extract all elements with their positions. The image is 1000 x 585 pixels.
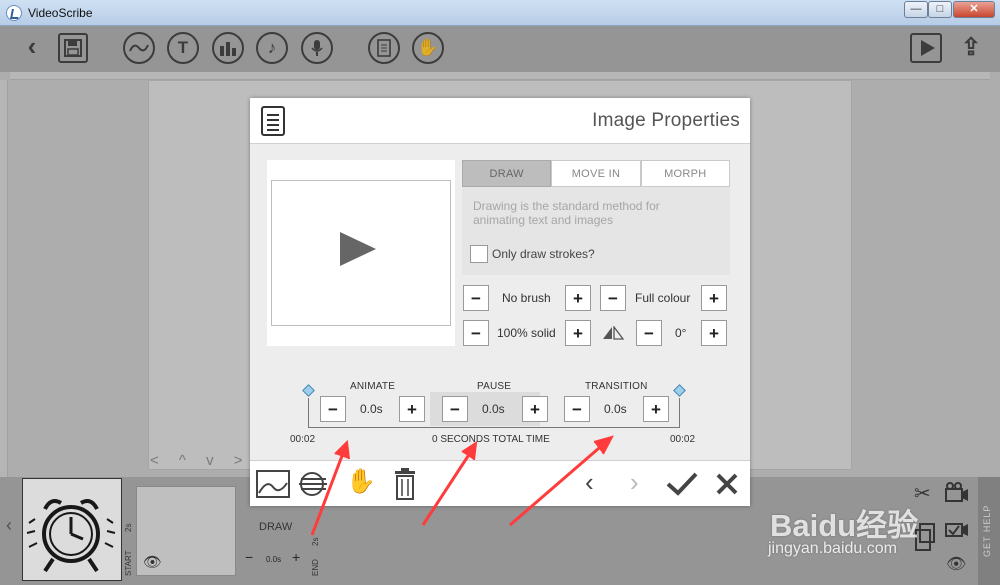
colour-value: Full colour <box>635 291 691 305</box>
baidu-watermark-logo: Baidu经验 <box>770 508 919 543</box>
tab-morph[interactable]: MORPH <box>640 160 730 187</box>
pause-minus-button[interactable]: − <box>442 396 468 422</box>
app-logo-icon <box>6 5 22 21</box>
tab-move-in[interactable]: MOVE IN <box>551 160 641 187</box>
rotation-value: 0° <box>675 326 687 340</box>
animation-tabs: DRAW MOVE IN MORPH <box>462 160 730 187</box>
animate-plus-button[interactable]: + <box>399 396 425 422</box>
brush-value: No brush <box>502 291 551 305</box>
start-marker-icon[interactable] <box>302 384 315 397</box>
opacity-minus-button[interactable]: − <box>463 320 489 346</box>
only-draw-strokes-label: Only draw strokes? <box>492 247 595 261</box>
opacity-plus-button[interactable]: + <box>565 320 591 346</box>
only-draw-strokes-checkbox[interactable] <box>470 245 488 263</box>
document-icon <box>261 106 285 136</box>
maximize-button[interactable]: □ <box>928 1 952 18</box>
title-bar: VideoScribe — □ ✕ <box>0 0 1000 26</box>
transition-value: 0.0s <box>604 402 627 416</box>
previous-icon[interactable]: ‹ <box>585 467 594 497</box>
play-icon[interactable] <box>340 232 376 266</box>
transition-label: TRANSITION <box>585 381 648 392</box>
draw-tab-panel: Drawing is the standard method for anima… <box>462 187 730 275</box>
image-icon[interactable] <box>255 469 291 499</box>
opacity-value: 100% solid <box>497 326 556 340</box>
colour-plus-button[interactable]: + <box>701 285 727 311</box>
dialog-footer: ✋ ‹ › <box>250 460 750 506</box>
transition-plus-button[interactable]: + <box>643 396 669 422</box>
colour-minus-button[interactable]: − <box>600 285 626 311</box>
animation-preview <box>267 160 455 346</box>
hand-icon[interactable]: ✋ <box>346 467 376 497</box>
brush-plus-button[interactable]: + <box>565 285 591 311</box>
pause-value: 0.0s <box>482 402 505 416</box>
morph-icon[interactable] <box>298 470 328 498</box>
end-time: 00:02 <box>670 434 696 445</box>
close-window-button[interactable]: ✕ <box>953 1 995 18</box>
baidu-watermark-url: jingyan.baidu.com <box>768 540 897 557</box>
dialog-header: Image Properties <box>250 98 750 144</box>
preview-frame[interactable] <box>271 180 451 326</box>
dialog-title: Image Properties <box>592 110 740 131</box>
tab-draw[interactable]: DRAW <box>462 160 552 187</box>
animate-label: ANIMATE <box>350 381 396 392</box>
rotation-plus-button[interactable]: + <box>701 320 727 346</box>
window-title: VideoScribe <box>28 6 93 20</box>
start-time: 00:02 <box>290 434 316 445</box>
rotation-minus-button[interactable]: − <box>636 320 662 346</box>
trash-icon[interactable] <box>393 467 417 501</box>
pause-plus-button[interactable]: + <box>522 396 548 422</box>
check-icon[interactable] <box>666 471 698 497</box>
next-icon[interactable]: › <box>630 467 639 497</box>
animate-value: 0.0s <box>360 402 383 416</box>
close-icon[interactable] <box>716 473 738 495</box>
minimize-button[interactable]: — <box>904 1 928 18</box>
flip-icon[interactable] <box>602 326 624 340</box>
transition-minus-button[interactable]: − <box>564 396 590 422</box>
end-marker-icon[interactable] <box>673 384 686 397</box>
image-properties-dialog: Image Properties DRAW MOVE IN MORPH Draw… <box>250 98 750 506</box>
draw-description: Drawing is the standard method for anima… <box>473 199 660 227</box>
brush-minus-button[interactable]: − <box>463 285 489 311</box>
total-time: 0 SECONDS TOTAL TIME <box>432 434 550 445</box>
animate-minus-button[interactable]: − <box>320 396 346 422</box>
pause-label: PAUSE <box>477 381 512 392</box>
